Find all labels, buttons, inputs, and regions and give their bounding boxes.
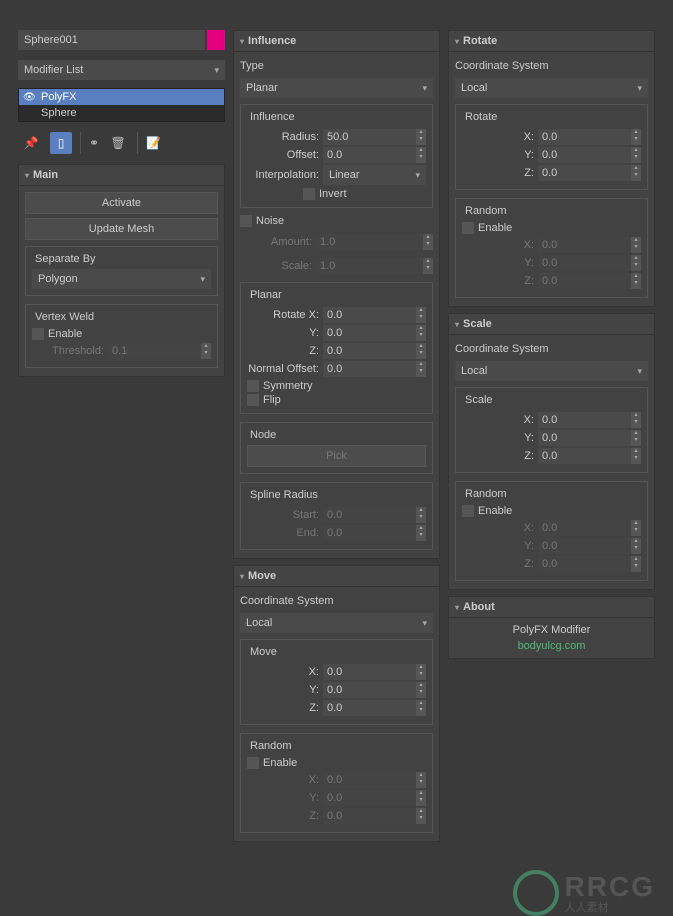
rotate-random-enable-checkbox[interactable] xyxy=(462,222,474,234)
threshold-spinner: 0.1 xyxy=(108,343,201,359)
scale-random-label: Random xyxy=(462,488,510,500)
node-label: Node xyxy=(247,429,279,441)
move-random-enable-checkbox[interactable] xyxy=(247,757,259,769)
type-dropdown[interactable]: Planar xyxy=(240,78,433,98)
scale-ry-spinner: 0.0 xyxy=(538,538,631,554)
noise-scale-spinner: 1.0 xyxy=(316,258,423,274)
move-random-label: Random xyxy=(247,740,295,752)
move-rz-spinner: 0.0 xyxy=(323,808,416,824)
scale-coord-label: Coordinate System xyxy=(455,343,648,355)
rotate-group-label: Rotate xyxy=(462,111,500,123)
planar-rotate-z-spinner[interactable]: 0.0 xyxy=(323,343,416,359)
modifier-list-label: Modifier List xyxy=(24,64,83,76)
move-ry-spinner: 0.0 xyxy=(323,790,416,806)
threshold-label: Threshold: xyxy=(32,345,104,357)
make-unique-icon[interactable]: ⚭ xyxy=(80,132,99,154)
normal-offset-spinner[interactable]: 0.0 xyxy=(323,361,416,377)
about-panel: About PolyFX Modifier bodyulcg.com xyxy=(448,596,655,659)
noise-checkbox[interactable] xyxy=(240,215,252,227)
noise-amount-spinner: 1.0 xyxy=(316,234,423,250)
scale-rz-spinner: 0.0 xyxy=(538,556,631,572)
scale-z-spinner[interactable]: 0.0 xyxy=(538,448,631,464)
scale-coord-dropdown[interactable]: Local xyxy=(455,361,648,381)
move-coord-dropdown[interactable]: Local xyxy=(240,613,433,633)
spline-label: Spline Radius xyxy=(247,489,321,501)
scale-header[interactable]: Scale xyxy=(449,314,654,335)
move-coord-label: Coordinate System xyxy=(240,595,433,607)
about-name: PolyFX Modifier xyxy=(455,624,648,636)
move-z-spinner[interactable]: 0.0 xyxy=(323,700,416,716)
pin-icon[interactable]: 📌 xyxy=(20,132,42,154)
separate-by-dropdown[interactable]: Polygon xyxy=(32,269,211,289)
configure-icon[interactable]: 📝 xyxy=(137,132,161,154)
spinner-buttons[interactable]: ▴▾ xyxy=(416,147,426,163)
about-link[interactable]: bodyulcg.com xyxy=(455,640,648,652)
rotate-z-spinner[interactable]: 0.0 xyxy=(538,165,631,181)
watermark-icon xyxy=(513,870,559,916)
symmetry-checkbox[interactable] xyxy=(247,380,259,392)
planar-rotate-x-spinner[interactable]: 0.0 xyxy=(323,307,416,323)
spline-end-spinner: 0.0 xyxy=(323,525,416,541)
stack-label: Sphere xyxy=(41,107,76,119)
scale-rx-spinner: 0.0 xyxy=(538,520,631,536)
invert-checkbox[interactable] xyxy=(303,188,315,200)
move-header[interactable]: Move xyxy=(234,566,439,587)
spinner-buttons[interactable]: ▴▾ xyxy=(416,129,426,145)
watermark: RRCG 人人素材 xyxy=(513,870,655,916)
move-rx-spinner: 0.0 xyxy=(323,772,416,788)
stack-item-sphere[interactable]: Sphere xyxy=(19,105,224,121)
stack-item-polyfx[interactable]: 👁 PolyFX xyxy=(19,89,224,105)
visibility-icon[interactable]: 👁 xyxy=(23,92,35,103)
move-panel: Move Coordinate System Local Move X:0.0▴… xyxy=(233,565,440,842)
move-group-label: Move xyxy=(247,646,280,658)
influence-group-label: Influence xyxy=(247,111,298,123)
scale-x-spinner[interactable]: 0.0 xyxy=(538,412,631,428)
rotate-random-label: Random xyxy=(462,205,510,217)
influence-header[interactable]: Influence xyxy=(234,31,439,52)
scale-y-spinner[interactable]: 0.0 xyxy=(538,430,631,446)
spline-start-spinner: 0.0 xyxy=(323,507,416,523)
separate-by-label: Separate By xyxy=(32,253,99,265)
rotate-ry-spinner: 0.0 xyxy=(538,255,631,271)
main-panel: Main Activate Update Mesh Separate By Po… xyxy=(18,164,225,377)
planar-label: Planar xyxy=(247,289,285,301)
interpolation-dropdown[interactable]: Linear xyxy=(323,165,426,185)
update-mesh-button[interactable]: Update Mesh xyxy=(25,218,218,240)
modifier-list-dropdown[interactable]: Modifier List xyxy=(18,60,225,80)
stack-toolbar: 📌 ▯ ⚭ 🗑 📝 xyxy=(18,128,225,158)
modifier-stack: 👁 PolyFX Sphere xyxy=(18,88,225,122)
rotate-header[interactable]: Rotate xyxy=(449,31,654,52)
type-label: Type xyxy=(240,60,433,72)
influence-panel: Influence Type Planar Influence Radius:5… xyxy=(233,30,440,559)
scale-panel: Scale Coordinate System Local Scale X:0.… xyxy=(448,313,655,590)
planar-rotate-y-spinner[interactable]: 0.0 xyxy=(323,325,416,341)
rotate-rz-spinner: 0.0 xyxy=(538,273,631,289)
stack-label: PolyFX xyxy=(41,91,76,103)
pick-button[interactable]: Pick xyxy=(247,445,426,467)
activate-button[interactable]: Activate xyxy=(25,192,218,214)
object-name-input[interactable] xyxy=(18,30,205,50)
object-color-swatch[interactable] xyxy=(207,30,225,50)
scale-random-enable-checkbox[interactable] xyxy=(462,505,474,517)
about-header[interactable]: About xyxy=(449,597,654,618)
rotate-x-spinner[interactable]: 0.0 xyxy=(538,129,631,145)
show-end-result-icon[interactable]: ▯ xyxy=(50,132,72,154)
scale-group-label: Scale xyxy=(462,394,496,406)
radius-spinner[interactable]: 50.0 xyxy=(323,129,416,145)
move-y-spinner[interactable]: 0.0 xyxy=(323,682,416,698)
offset-spinner[interactable]: 0.0 xyxy=(323,147,416,163)
rotate-rx-spinner: 0.0 xyxy=(538,237,631,253)
main-header[interactable]: Main xyxy=(19,165,224,186)
trash-icon[interactable]: 🗑 xyxy=(107,132,129,154)
rotate-coord-label: Coordinate System xyxy=(455,60,648,72)
vertex-weld-label: Vertex Weld xyxy=(32,311,97,323)
flip-checkbox[interactable] xyxy=(247,394,259,406)
spinner-buttons: ▴▾ xyxy=(201,343,211,359)
rotate-panel: Rotate Coordinate System Local Rotate X:… xyxy=(448,30,655,307)
move-x-spinner[interactable]: 0.0 xyxy=(323,664,416,680)
rotate-y-spinner[interactable]: 0.0 xyxy=(538,147,631,163)
rotate-coord-dropdown[interactable]: Local xyxy=(455,78,648,98)
vertex-weld-enable-checkbox[interactable] xyxy=(32,328,44,340)
